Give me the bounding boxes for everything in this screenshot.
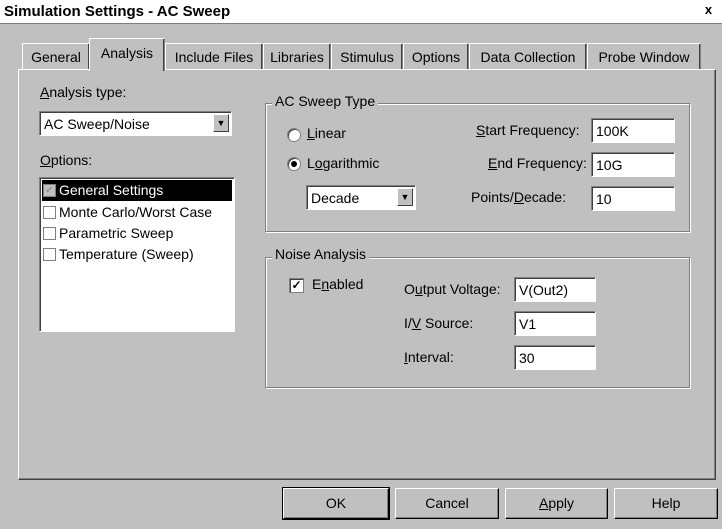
tab-options[interactable]: Options — [403, 43, 469, 70]
tab-data-collection[interactable]: Data Collection — [469, 43, 587, 70]
radio-dot-icon — [291, 161, 297, 167]
start-frequency-input[interactable]: 100K — [591, 118, 675, 143]
linear-label: Linear — [307, 125, 346, 141]
tab-probe-window[interactable]: Probe Window — [587, 43, 701, 70]
analysis-type-dropdown[interactable]: AC Sweep/Noise ▼ — [39, 111, 232, 136]
checkbox-icon[interactable] — [43, 248, 56, 261]
options-label: Options: — [40, 152, 93, 168]
cancel-button[interactable]: Cancel — [395, 488, 499, 519]
source-label: I/V Source: — [404, 315, 474, 331]
analysis-type-label: Analysis type: — [40, 84, 127, 100]
start-frequency-label: Start Frequency: — [476, 122, 580, 138]
points-per-decade-input[interactable]: 10 — [591, 186, 675, 211]
output-voltage-input[interactable]: V(Out2) — [514, 277, 596, 302]
close-icon[interactable]: x — [701, 2, 716, 17]
help-button[interactable]: Help — [614, 488, 718, 519]
checkbox-icon[interactable] — [43, 206, 56, 219]
output-voltage-label: Output Voltage: — [404, 281, 501, 297]
list-item-temperature-sweep[interactable]: Temperature (Sweep) — [42, 244, 232, 265]
ac-sweep-group-label: AC Sweep Type — [272, 93, 379, 109]
list-item-general-settings[interactable]: ✓ General Settings — [42, 180, 232, 201]
log-mode-value: Decade — [311, 190, 360, 206]
ok-button[interactable]: OK — [282, 487, 390, 520]
title-bar: Simulation Settings - AC Sweep x — [0, 0, 722, 24]
noise-analysis-group-label: Noise Analysis — [272, 246, 370, 262]
log-mode-dropdown[interactable]: Decade ▼ — [306, 185, 416, 210]
end-frequency-input[interactable]: 10G — [591, 152, 675, 177]
list-item-parametric-sweep[interactable]: Parametric Sweep — [42, 223, 232, 244]
tab-include-files[interactable]: Include Files — [165, 43, 263, 70]
source-input[interactable]: V1 — [514, 311, 596, 336]
checkbox-icon[interactable] — [43, 227, 56, 240]
chevron-down-icon[interactable]: ▼ — [397, 188, 413, 206]
end-frequency-label: End Frequency: — [488, 155, 587, 171]
list-item-monte-carlo[interactable]: Monte Carlo/Worst Case — [42, 202, 232, 223]
radio-linear[interactable] — [287, 128, 301, 142]
enabled-checkbox[interactable]: ✓ — [289, 278, 304, 293]
options-list[interactable]: ✓ General Settings Monte Carlo/Worst Cas… — [39, 177, 235, 332]
logarithmic-label: Logarithmic — [307, 155, 380, 171]
radio-logarithmic[interactable] — [287, 157, 301, 171]
analysis-type-value: AC Sweep/Noise — [44, 116, 150, 132]
chevron-down-icon[interactable]: ▼ — [213, 114, 229, 132]
checkbox-icon[interactable]: ✓ — [43, 184, 56, 197]
apply-button[interactable]: Apply — [505, 488, 608, 519]
enabled-label: Enabled — [312, 276, 364, 292]
interval-input[interactable]: 30 — [514, 345, 596, 370]
tab-general[interactable]: General — [22, 43, 90, 70]
points-per-decade-label: Points/Decade: — [471, 189, 566, 205]
tab-analysis[interactable]: Analysis — [89, 38, 165, 71]
window-title: Simulation Settings - AC Sweep — [4, 3, 231, 20]
tab-libraries[interactable]: Libraries — [263, 43, 331, 70]
tab-stimulus[interactable]: Stimulus — [331, 43, 403, 70]
interval-label: Interval: — [404, 349, 454, 365]
